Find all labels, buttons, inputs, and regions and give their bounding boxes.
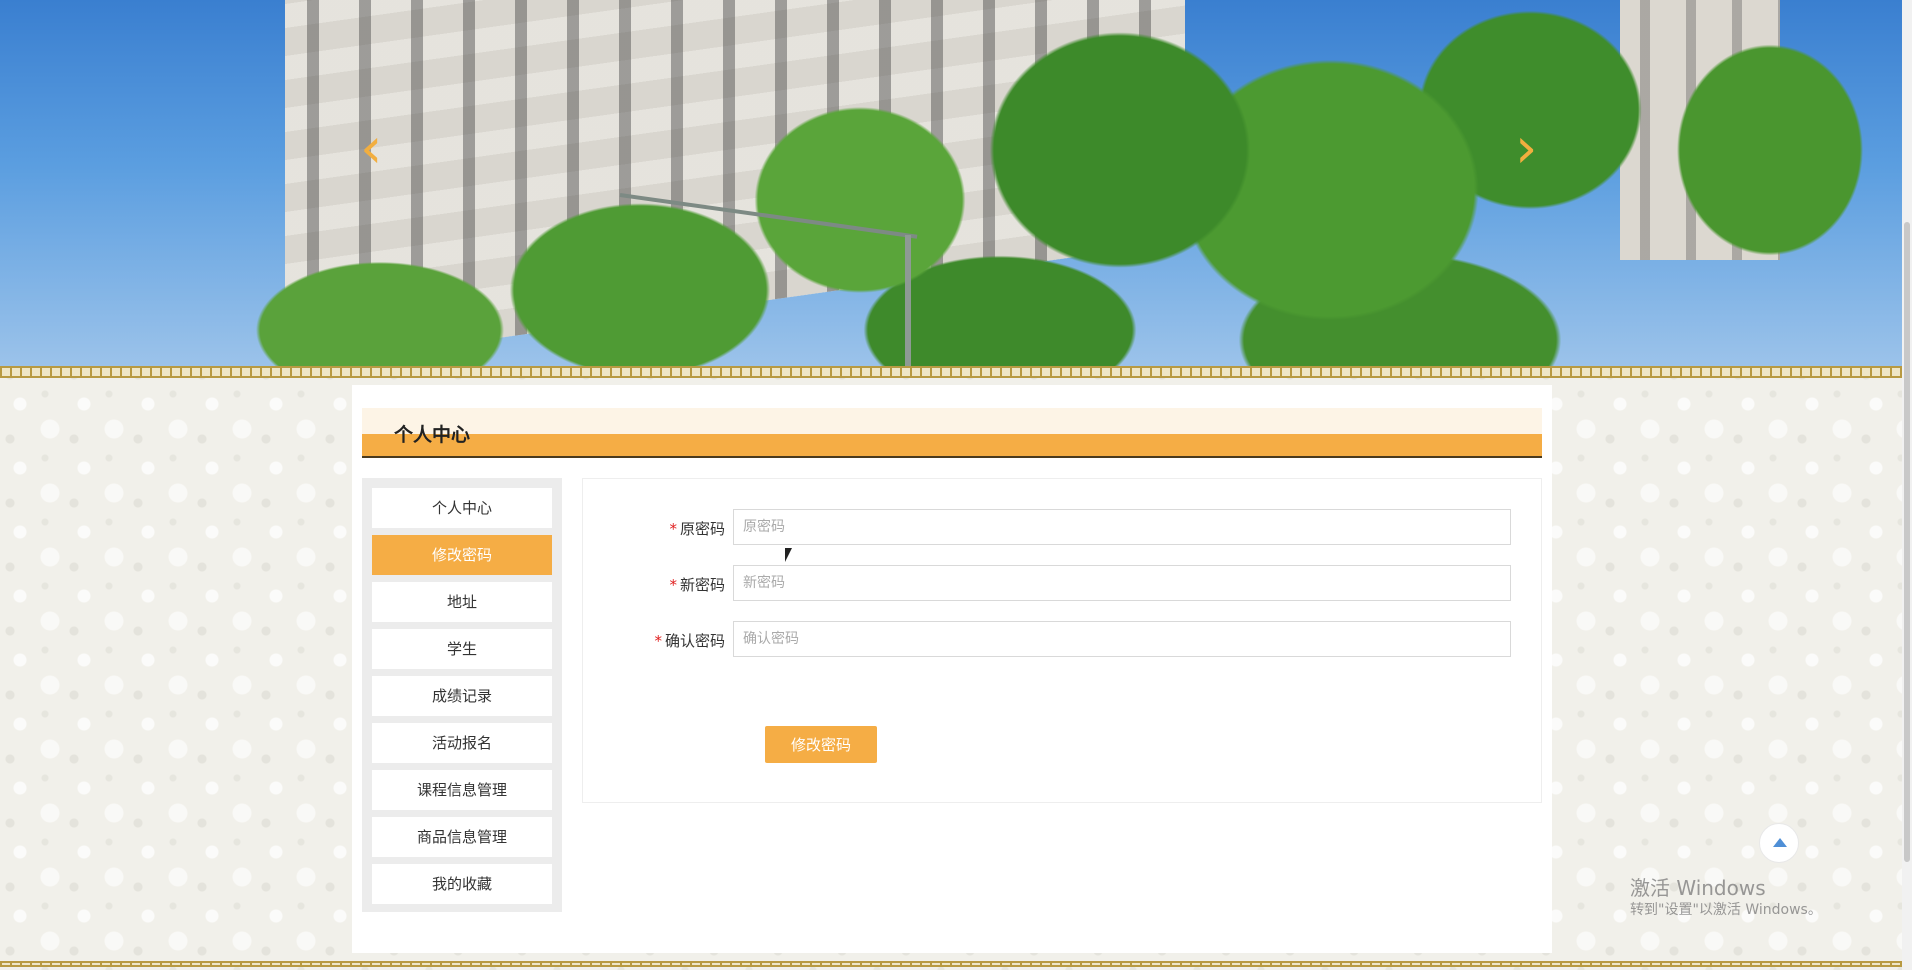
banner-lamp-pole (905, 235, 911, 368)
new-password-input[interactable] (733, 565, 1511, 601)
hero-banner: ‹ › (0, 0, 1902, 368)
sidebar-item-student[interactable]: 学生 (372, 629, 552, 669)
back-to-top-button[interactable] (1759, 823, 1799, 863)
sidebar-item-product-management[interactable]: 商品信息管理 (372, 817, 552, 857)
windows-activation-watermark-hint: 转到"设置"以激活 Windows。 (1630, 902, 1822, 918)
carousel-prev-icon[interactable]: ‹ (360, 121, 382, 177)
banner-trees (0, 0, 1902, 368)
sidebar-item-change-password[interactable]: 修改密码 (372, 535, 552, 575)
old-password-input[interactable] (733, 509, 1511, 545)
page-scrollbar[interactable] (1902, 0, 1912, 970)
arrow-up-icon (1773, 838, 1787, 847)
windows-activation-watermark-title: 激活 Windows (1630, 876, 1766, 900)
required-mark: * (669, 520, 677, 538)
form-row-confirm-password: * 确认密码 (583, 621, 1543, 659)
sidebar-item-my-favorites[interactable]: 我的收藏 (372, 864, 552, 904)
title-stripe (362, 434, 1542, 458)
sidebar-item-score-records[interactable]: 成绩记录 (372, 676, 552, 716)
confirm-password-label: * 确认密码 (654, 630, 725, 651)
form-row-old-password: * 原密码 (583, 509, 1543, 547)
old-password-label-text: 原密码 (679, 520, 725, 538)
required-mark: * (654, 632, 662, 650)
confirm-password-input[interactable] (733, 621, 1511, 657)
sidebar-item-address[interactable]: 地址 (372, 582, 552, 622)
change-password-form: * 原密码 * 新密码 * 确认密码 修改密码 (582, 478, 1542, 803)
old-password-label: * 原密码 (669, 518, 725, 539)
confirm-password-label-text: 确认密码 (664, 632, 725, 650)
content-panel: 个人中心 个人中心 修改密码 地址 学生 成绩记录 活动报名 课程信息管理 商品… (352, 385, 1552, 953)
new-password-label: * 新密码 (669, 574, 725, 595)
sidebar-item-personal-center[interactable]: 个人中心 (372, 488, 552, 528)
sidebar-menu: 个人中心 修改密码 地址 学生 成绩记录 活动报名 课程信息管理 商品信息管理 … (362, 478, 562, 912)
carousel-next-icon[interactable]: › (1515, 121, 1537, 177)
form-row-new-password: * 新密码 (583, 565, 1543, 603)
required-mark: * (669, 576, 677, 594)
mouse-cursor-icon (785, 548, 792, 562)
sidebar-item-activity-signup[interactable]: 活动报名 (372, 723, 552, 763)
scrollbar-thumb[interactable] (1904, 222, 1910, 862)
banner-border-pattern (0, 366, 1902, 378)
page-title: 个人中心 (394, 424, 471, 446)
sidebar-item-course-management[interactable]: 课程信息管理 (372, 770, 552, 810)
new-password-label-text: 新密码 (679, 576, 725, 594)
page-title-bar: 个人中心 (362, 408, 1542, 458)
change-password-submit-button[interactable]: 修改密码 (765, 726, 877, 763)
footer-border-pattern (0, 961, 1902, 967)
